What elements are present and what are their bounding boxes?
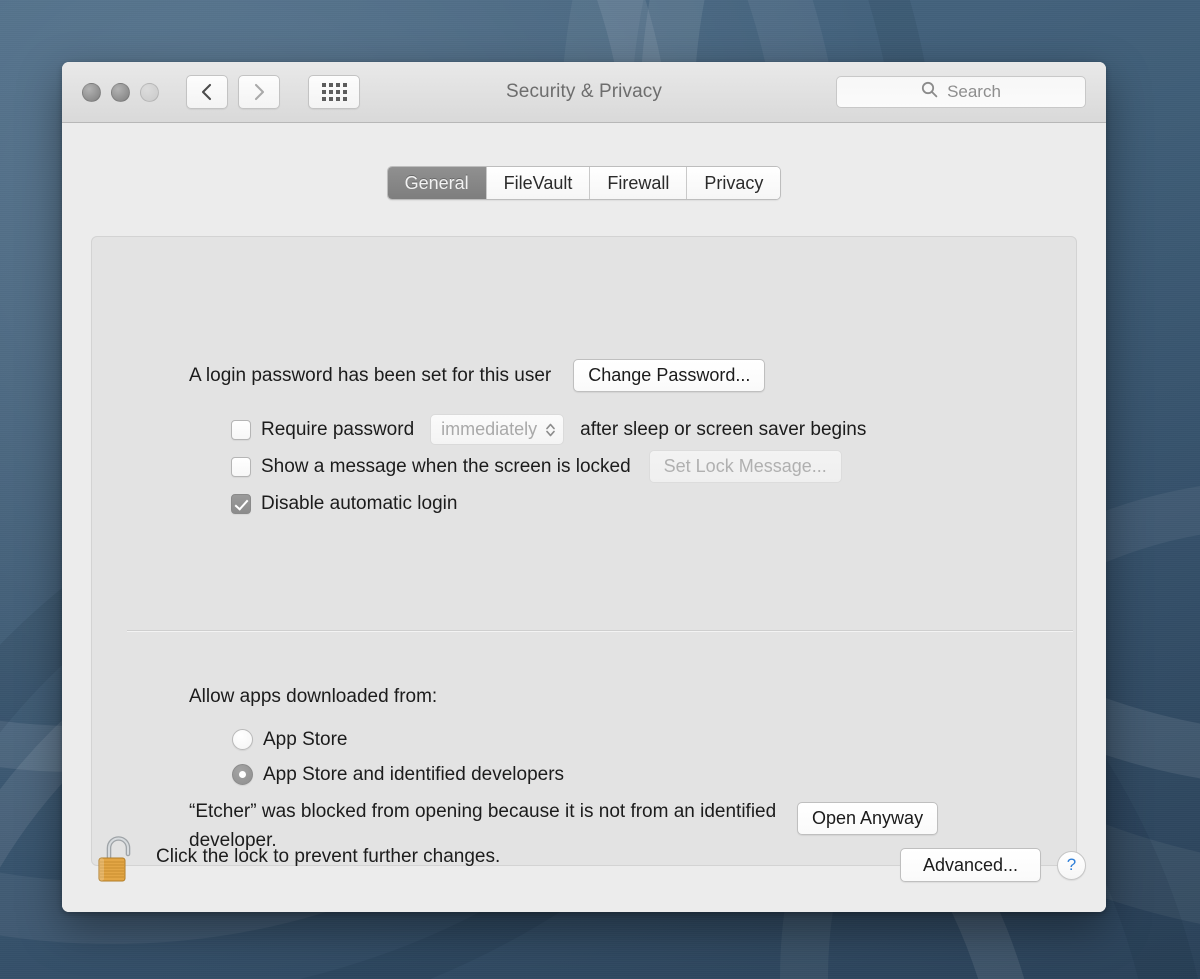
set-lock-message-button[interactable]: Set Lock Message... (649, 450, 842, 483)
lock-row: Click the lock to prevent further change… (96, 830, 500, 884)
lock-message-label: Show a message when the screen is locked (261, 456, 631, 478)
window-body: A login password has been set for this u… (62, 123, 1106, 912)
tab-filevault[interactable]: FileVault (487, 167, 591, 199)
require-password-suffix: after sleep or screen saver begins (580, 419, 866, 441)
zoom-button[interactable] (140, 83, 159, 102)
disable-auto-login-label: Disable automatic login (261, 493, 457, 515)
gatekeeper-radio-group: App Store App Store and identified devel… (232, 722, 564, 792)
lock-hint-text: Click the lock to prevent further change… (156, 846, 500, 868)
identified-developers-label: App Store and identified developers (263, 764, 564, 786)
advanced-button[interactable]: Advanced... (900, 848, 1041, 882)
back-button[interactable] (186, 75, 228, 109)
section-divider (127, 630, 1073, 632)
gatekeeper-option-app-store[interactable]: App Store (232, 722, 564, 757)
help-button[interactable]: ? (1057, 851, 1086, 880)
app-store-radio[interactable] (232, 729, 253, 750)
close-button[interactable] (82, 83, 101, 102)
search-input[interactable]: Search (836, 76, 1086, 108)
forward-button[interactable] (238, 75, 280, 109)
tab-list: General FileVault Firewall Privacy (387, 166, 782, 200)
security-options-group: Require password immediately after sleep… (231, 411, 866, 522)
minimize-button[interactable] (111, 83, 130, 102)
require-password-row: Require password immediately after sleep… (231, 411, 866, 448)
traffic-light-group (82, 83, 159, 102)
search-icon (921, 81, 938, 103)
lock-message-row: Show a message when the screen is locked… (231, 448, 866, 485)
tab-privacy[interactable]: Privacy (687, 167, 780, 199)
gatekeeper-option-identified-developers[interactable]: App Store and identified developers (232, 757, 564, 792)
require-password-label: Require password (261, 419, 414, 441)
unlocked-padlock-icon[interactable] (96, 830, 138, 884)
navigation-buttons (186, 75, 360, 109)
require-password-interval-select[interactable]: immediately (430, 414, 564, 445)
tab-bar: General FileVault Firewall Privacy (62, 166, 1106, 200)
general-panel: A login password has been set for this u… (91, 236, 1077, 866)
app-store-label: App Store (263, 729, 348, 751)
identified-developers-radio[interactable] (232, 764, 253, 785)
security-privacy-window: Security & Privacy Search A login passwo… (62, 62, 1106, 912)
disable-auto-login-row: Disable automatic login (231, 485, 866, 522)
show-all-button[interactable] (308, 75, 360, 109)
password-status-row: A login password has been set for this u… (189, 359, 765, 392)
stepper-chevrons-icon (545, 422, 556, 438)
disable-auto-login-checkbox[interactable] (231, 494, 251, 514)
open-anyway-button[interactable]: Open Anyway (797, 802, 938, 835)
window-titlebar: Security & Privacy Search (62, 62, 1106, 123)
tab-firewall[interactable]: Firewall (590, 167, 687, 199)
forward-icon (252, 83, 266, 101)
search-placeholder: Search (947, 82, 1001, 102)
require-password-interval-value: immediately (441, 419, 537, 440)
lock-message-checkbox[interactable] (231, 457, 251, 477)
require-password-checkbox[interactable] (231, 420, 251, 440)
tab-general[interactable]: General (388, 167, 487, 199)
back-icon (200, 83, 214, 101)
grid-icon (322, 83, 347, 101)
footer-buttons: Advanced... ? (900, 848, 1086, 882)
password-status-label: A login password has been set for this u… (189, 365, 551, 387)
gatekeeper-heading: Allow apps downloaded from: (189, 686, 437, 708)
change-password-button[interactable]: Change Password... (573, 359, 765, 392)
